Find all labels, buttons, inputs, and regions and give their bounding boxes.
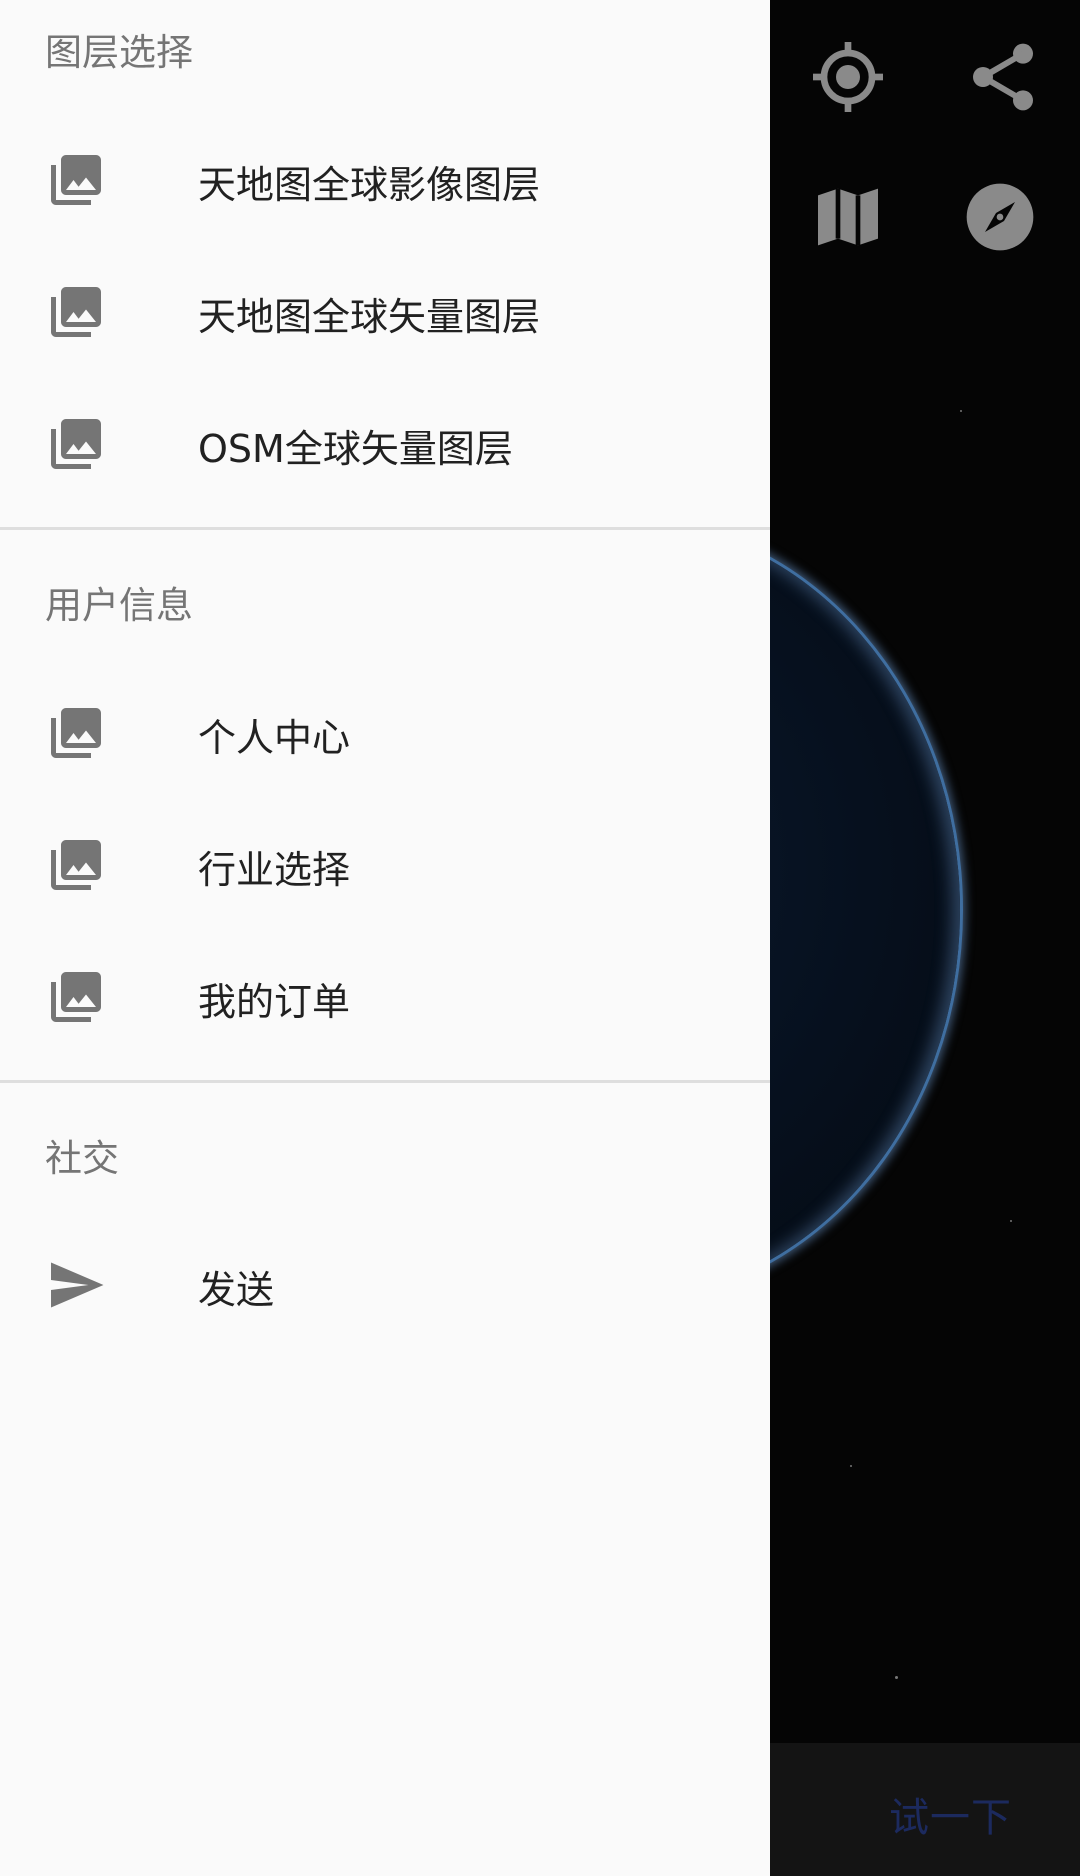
photo-library-icon [46,967,106,1027]
menu-item-industry-select[interactable]: 行业选择 [0,797,770,929]
section-header-user-info: 用户信息 [45,584,193,627]
bottom-action-bar: 试一下 [770,1743,1080,1876]
menu-item-send[interactable]: 发送 [0,1217,770,1349]
menu-item-label: 天地图全球矢量图层 [198,295,541,339]
my-location-icon[interactable] [803,32,893,122]
star [960,410,962,412]
send-icon [46,1255,106,1315]
share-icon[interactable] [958,32,1048,122]
menu-item-osm-vector[interactable]: OSM全球矢量图层 [0,376,770,508]
app-screen: 试一下 图层选择 天地图全球影像图层 天地图全球矢量图层 OSM全球矢量图层 用… [0,0,1080,1876]
menu-item-label: 天地图全球影像图层 [198,163,541,207]
menu-item-personal-center[interactable]: 个人中心 [0,665,770,797]
star [895,1676,898,1679]
menu-item-label: 行业选择 [198,848,351,892]
photo-library-icon [46,150,106,210]
section-header-social: 社交 [45,1137,119,1180]
photo-library-icon [46,835,106,895]
section-divider [0,1080,770,1083]
try-button[interactable]: 试一下 [889,1785,1012,1843]
photo-library-icon [46,703,106,763]
menu-item-label: 我的订单 [198,980,351,1024]
menu-item-tianditu-vector[interactable]: 天地图全球矢量图层 [0,244,770,376]
compass-icon[interactable] [955,172,1045,262]
photo-library-icon [46,414,106,474]
star [1010,1220,1012,1222]
menu-item-label: 个人中心 [198,716,351,760]
section-divider [0,527,770,530]
menu-item-tianditu-imagery[interactable]: 天地图全球影像图层 [0,112,770,244]
section-header-layer-select: 图层选择 [45,31,193,74]
photo-library-icon [46,282,106,342]
map-icon[interactable] [803,172,893,262]
menu-item-label: 发送 [198,1268,275,1312]
navigation-drawer: 图层选择 天地图全球影像图层 天地图全球矢量图层 OSM全球矢量图层 用户信息 [0,0,770,1876]
menu-item-label: OSM全球矢量图层 [198,427,513,471]
star [850,1465,852,1467]
menu-item-my-orders[interactable]: 我的订单 [0,929,770,1061]
